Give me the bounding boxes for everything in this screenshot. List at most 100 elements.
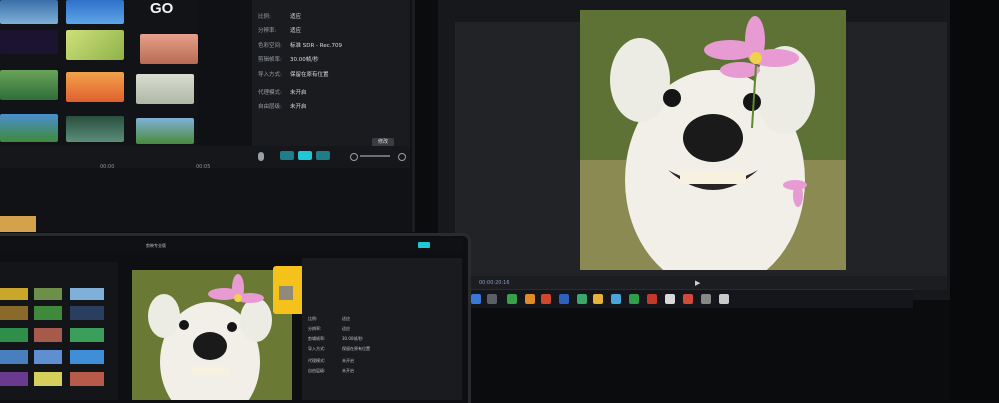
laptop-media-grid (0, 262, 118, 400)
timeline-tick: 00:05 (196, 164, 211, 170)
media-thumbnail[interactable] (70, 372, 104, 386)
export-button[interactable] (418, 242, 430, 248)
settings-icon[interactable] (701, 294, 711, 304)
media-thumbnail[interactable] (140, 34, 198, 64)
property-value: 标准 SDR - Rec.709 (290, 43, 343, 49)
settings-icon[interactable] (398, 153, 406, 161)
app-icon[interactable] (541, 294, 551, 304)
media-thumbnail[interactable] (34, 306, 62, 320)
app-icon[interactable] (559, 294, 569, 304)
property-row: 导入方式: 保留在原有位置 (258, 70, 408, 84)
media-thumbnail[interactable] (34, 288, 62, 300)
dark-background (950, 0, 999, 400)
laptop-dog-preview (132, 270, 292, 400)
time-readout: 00:00:20:16 (479, 280, 510, 286)
media-thumbnail[interactable] (70, 350, 104, 364)
media-thumbnail[interactable] (66, 116, 124, 142)
media-thumbnail[interactable] (0, 30, 58, 54)
property-value: 适应 (342, 316, 350, 321)
start-icon[interactable] (471, 294, 481, 304)
property-label: 代理模式: (258, 90, 282, 96)
media-thumbnail[interactable] (0, 114, 58, 142)
dog-photo-preview (580, 10, 846, 270)
property-label: 比例: (258, 14, 271, 20)
property-label: 导入方式: (308, 346, 326, 351)
media-thumbnail[interactable] (34, 350, 62, 364)
property-label: 剪辑帧率: (308, 336, 326, 341)
link-toggle-icon[interactable] (298, 151, 312, 160)
media-thumbnail[interactable] (70, 288, 104, 300)
property-row: 分辨率: 适应 (258, 26, 408, 40)
app-icon[interactable] (611, 294, 621, 304)
timeline-clip[interactable] (0, 216, 36, 232)
property-label: 分辨率: (258, 28, 277, 34)
app-icon[interactable] (577, 294, 587, 304)
microphone-icon[interactable] (258, 152, 264, 161)
property-label: 代理模式: (308, 358, 326, 363)
property-value: 未开启 (342, 368, 354, 373)
property-value: 保留在原有位置 (290, 72, 329, 78)
property-row: 比例: 适应 (258, 12, 408, 26)
media-thumbnail[interactable] (0, 288, 28, 300)
app-icon[interactable] (647, 294, 657, 304)
property-row: 代理模式: 未开启 (258, 88, 408, 102)
media-thumbnail[interactable] (0, 372, 28, 386)
media-thumbnail[interactable] (0, 70, 58, 100)
app-icon[interactable] (525, 294, 535, 304)
property-label: 自由层级: (308, 368, 326, 373)
app-icon[interactable] (507, 294, 517, 304)
laptop-title-bar: 剪映专业版 (0, 238, 462, 252)
search-icon[interactable] (487, 294, 497, 304)
dog-with-flower-image (580, 10, 846, 270)
media-thumbnail[interactable] (34, 328, 62, 342)
media-library-grid (0, 0, 198, 146)
snap-toggle-icon[interactable] (280, 151, 294, 160)
media-thumbnail[interactable] (66, 30, 124, 60)
property-value: 30.00帧/秒 (290, 57, 319, 63)
media-thumbnail[interactable] (0, 328, 28, 342)
timeline-area[interactable] (0, 168, 410, 232)
property-value: 30.00帧/秒 (342, 336, 363, 341)
zoom-out-icon[interactable] (350, 153, 358, 161)
property-label: 自由层级: (258, 104, 282, 110)
property-value: 适应 (290, 14, 302, 20)
property-value: 适应 (342, 326, 350, 331)
media-thumbnail[interactable] (66, 72, 124, 102)
popup-preview (279, 286, 293, 300)
preview-axis-icon[interactable] (316, 151, 330, 160)
property-label: 比例: (308, 316, 318, 321)
property-label: 导入方式: (258, 72, 282, 78)
property-label: 分辨率: (308, 326, 322, 331)
property-row: 自由层级: 未开启 (258, 102, 408, 116)
dog-with-flower-image (132, 270, 292, 400)
media-thumbnail[interactable] (70, 306, 104, 320)
property-label: 剪辑帧率: (258, 57, 282, 63)
media-thumbnail[interactable] (136, 118, 194, 144)
media-thumbnail[interactable] (66, 0, 124, 24)
property-label: 色彩空间: (258, 43, 282, 49)
preview-status-bar: 00:00:20:16 ▶ (455, 276, 947, 290)
property-value: 未开启 (290, 90, 307, 96)
property-value: 未开启 (290, 104, 307, 110)
app-icon[interactable] (683, 294, 693, 304)
media-thumbnail[interactable] (136, 74, 194, 104)
zoom-slider[interactable] (360, 155, 390, 157)
property-row: 色彩空间: 标准 SDR - Rec.709 (258, 41, 408, 55)
media-thumbnail[interactable] (34, 372, 62, 386)
app-icon[interactable] (719, 294, 729, 304)
property-value: 未开启 (342, 358, 354, 363)
app-icon[interactable] (593, 294, 603, 304)
app-title: 剪映专业版 (146, 243, 166, 248)
app-icon[interactable] (629, 294, 639, 304)
timeline-tick: 00:00 (100, 164, 115, 170)
play-icon[interactable]: ▶ (695, 279, 700, 287)
media-thumbnail[interactable] (0, 0, 58, 24)
laptop-properties-panel: 比例: 适应 分辨率: 适应 剪辑帧率: 30.00帧/秒 导入方式: 保留在原… (302, 258, 462, 400)
media-thumbnail[interactable] (0, 306, 28, 320)
app-icon[interactable] (665, 294, 675, 304)
property-row: 剪辑帧率: 30.00帧/秒 (258, 55, 408, 69)
media-thumbnail[interactable] (0, 350, 28, 364)
project-properties-panel: 比例: 适应 分辨率: 适应 色彩空间: 标准 SDR - Rec.709 剪辑帧率:… (252, 0, 410, 150)
media-thumbnail[interactable] (70, 328, 104, 342)
go-logo: GO (150, 0, 174, 17)
